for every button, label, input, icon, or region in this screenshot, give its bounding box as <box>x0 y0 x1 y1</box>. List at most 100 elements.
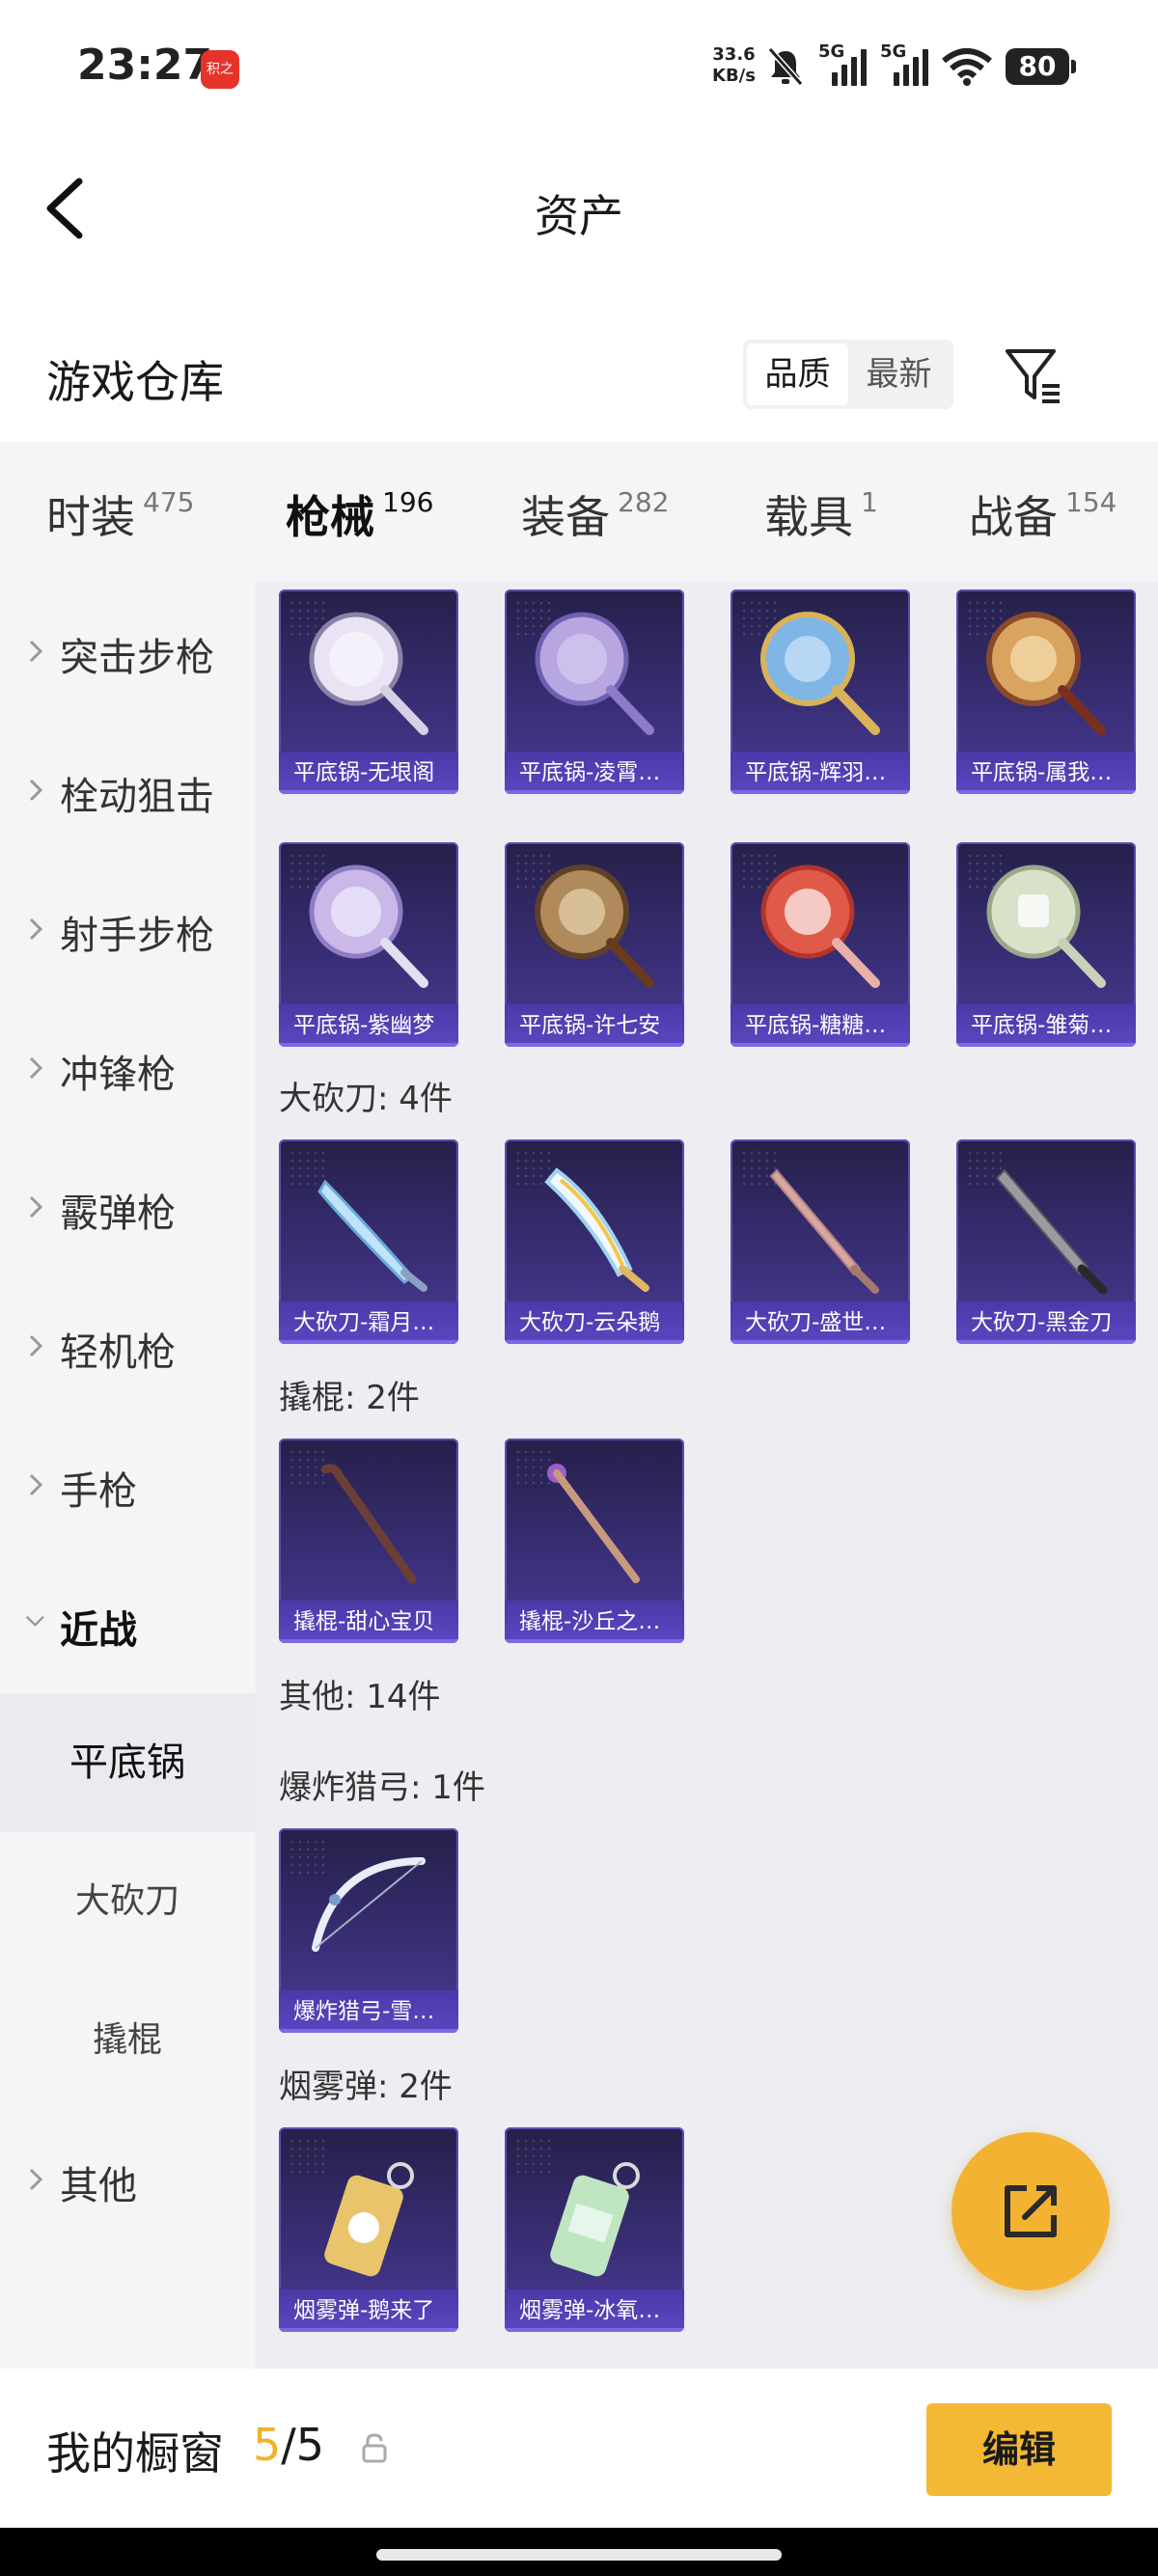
showcase-bar: 我的橱窗 5/5 编辑 <box>0 2369 1158 2528</box>
item-card[interactable]: 平底锅-凌霄… <box>505 589 684 794</box>
section-label-explosive-bow: 爆炸猎弓: 1件 <box>279 1768 485 1807</box>
machete-icon <box>544 1167 649 1292</box>
frying-pan-icon <box>535 612 654 735</box>
item-card[interactable]: 烟雾弹-鹅来了 <box>279 2127 458 2332</box>
sidebar-item-bolt-sniper[interactable]: 栓动狙击 <box>0 721 255 860</box>
item-card[interactable]: 平底锅-属我… <box>956 589 1136 794</box>
share-external-icon <box>1005 2185 1057 2237</box>
tab-label: 枪械 <box>286 491 374 543</box>
tab-label: 战备 <box>969 491 1058 543</box>
item-name: 烟雾弹-冰氧… <box>505 2289 684 2332</box>
page: 23:27 积之 33.6 KB/s 5G 5G 80 资产 游戏仓库 品质 最… <box>0 0 1158 2576</box>
sidebar-subitem-machete[interactable]: 大砍刀 <box>0 1832 255 1971</box>
status-time: 23:27 <box>77 41 213 90</box>
item-name: 撬棍-沙丘之… <box>505 1601 684 1643</box>
network-speed-unit: KB/s <box>712 66 756 86</box>
page-title: 资产 <box>535 190 623 242</box>
sidebar-item-smg[interactable]: 冲锋枪 <box>0 999 255 1137</box>
frying-pan-icon <box>986 612 1106 735</box>
warehouse-title: 游戏仓库 <box>46 356 224 408</box>
tab-vehicles[interactable]: 载具 1 <box>764 482 878 546</box>
frying-pan-icon <box>535 864 654 988</box>
tab-fashion[interactable]: 时装 475 <box>46 482 194 546</box>
item-card[interactable]: 大砍刀-黑金刀 <box>956 1139 1136 1344</box>
tab-firearms[interactable]: 枪械 196 <box>286 482 433 598</box>
chevron-right-icon <box>29 1473 43 1496</box>
sidebar-item-marksman-rifle[interactable]: 射手步枪 <box>0 860 255 999</box>
item-name: 平底锅-属我… <box>956 752 1136 794</box>
sidebar-item-pistol[interactable]: 手枪 <box>0 1415 255 1554</box>
item-card[interactable]: 撬棍-沙丘之… <box>505 1439 684 1643</box>
tab-count: 1 <box>861 486 878 518</box>
app-header: 资产 <box>0 154 1158 260</box>
tab-supplies[interactable]: 战备 154 <box>969 482 1117 546</box>
sort-option-newest[interactable]: 最新 <box>848 343 950 405</box>
item-card[interactable]: 大砍刀-盛世… <box>731 1139 910 1344</box>
filter-icon <box>1006 349 1060 403</box>
mute-bell-icon <box>767 47 804 86</box>
weapon-category-sidebar: 突击步枪 栓动狙击 射手步枪 冲锋枪 霰弹枪 轻机枪 手枪 近战 平底锅 大砍刀… <box>0 582 255 2369</box>
sidebar-subitem-frying-pan[interactable]: 平底锅 <box>0 1693 255 1832</box>
signal-icon-2: 5G <box>880 41 928 86</box>
item-card[interactable]: 平底锅-糖糖… <box>731 842 910 1047</box>
item-card[interactable]: 爆炸猎弓-雪… <box>279 1828 458 2033</box>
share-fab-button[interactable] <box>951 2132 1110 2290</box>
item-name: 大砍刀-黑金刀 <box>956 1302 1136 1344</box>
battery-icon: 80 <box>1006 48 1076 85</box>
tab-equipment[interactable]: 装备 282 <box>521 482 669 546</box>
sidebar-item-label: 霰弹枪 <box>60 1192 176 1236</box>
sidebar-item-lmg[interactable]: 轻机枪 <box>0 1276 255 1415</box>
sidebar-item-label: 其他 <box>60 2164 137 2208</box>
sidebar-item-label: 射手步枪 <box>60 914 214 958</box>
sort-option-quality[interactable]: 品质 <box>747 343 848 405</box>
item-card[interactable]: 平底锅-无垠阁 <box>279 589 458 794</box>
chevron-right-icon <box>29 2168 43 2191</box>
sidebar-item-other[interactable]: 其他 <box>0 2110 255 2249</box>
item-card[interactable]: 大砍刀-霜月… <box>279 1139 458 1344</box>
sidebar-item-melee[interactable]: 近战 <box>0 1554 255 1693</box>
item-card[interactable]: 平底锅-雏菊… <box>956 842 1136 1047</box>
item-card[interactable]: 平底锅-许七安 <box>505 842 684 1047</box>
filter-button[interactable] <box>1004 345 1065 407</box>
item-name: 大砍刀-盛世… <box>731 1302 910 1344</box>
sidebar-item-shotgun[interactable]: 霰弹枪 <box>0 1137 255 1276</box>
item-name: 平底锅-雏菊… <box>956 1004 1136 1047</box>
network-speed-value: 33.6 <box>712 44 756 65</box>
lock-icon <box>362 2433 387 2463</box>
item-card[interactable]: 大砍刀-云朵鹅 <box>505 1139 684 1344</box>
home-indicator[interactable] <box>376 2549 782 2561</box>
chevron-right-icon <box>29 1334 43 1357</box>
item-card[interactable]: 烟雾弹-冰氧… <box>505 2127 684 2332</box>
item-name: 平底锅-糖糖… <box>731 1004 910 1047</box>
frying-pan-icon <box>986 864 1106 988</box>
tab-count: 282 <box>618 486 670 518</box>
system-nav-bar <box>0 2528 1158 2576</box>
signal-label-2: 5G <box>880 41 907 62</box>
smoke-grenade-icon <box>550 2162 640 2277</box>
machete-icon <box>769 1168 879 1294</box>
sidebar-item-label: 手枪 <box>60 1469 137 1514</box>
sidebar-subitem-crowbar[interactable]: 撬棍 <box>0 1971 255 2110</box>
showcase-count-current: 5 <box>253 2419 282 2471</box>
sort-toggle: 品质 最新 <box>743 340 953 409</box>
sidebar-item-assault-rifle[interactable]: 突击步枪 <box>0 582 255 721</box>
sidebar-item-label: 突击步枪 <box>60 636 214 680</box>
item-card[interactable]: 平底锅-辉羽… <box>731 589 910 794</box>
item-name: 撬棍-甜心宝贝 <box>279 1601 458 1643</box>
item-card[interactable]: 平底锅-紫幽梦 <box>279 842 458 1047</box>
tab-count: 154 <box>1065 486 1117 518</box>
edit-button[interactable]: 编辑 <box>926 2403 1112 2496</box>
item-name: 平底锅-许七安 <box>505 1004 684 1047</box>
item-name: 大砍刀-霜月… <box>279 1302 458 1344</box>
signal-icon: 5G <box>818 41 867 86</box>
showcase-count-total: 5 <box>295 2419 325 2471</box>
machete-icon <box>317 1179 427 1292</box>
frying-pan-icon <box>760 612 880 735</box>
item-name: 平底锅-紫幽梦 <box>279 1004 458 1047</box>
machete-icon <box>995 1168 1108 1295</box>
item-name: 大砍刀-云朵鹅 <box>505 1302 684 1344</box>
item-card[interactable]: 撬棍-甜心宝贝 <box>279 1439 458 1643</box>
app-notification-icon: 积之 <box>201 50 239 89</box>
item-name: 平底锅-辉羽… <box>731 752 910 794</box>
frying-pan-icon <box>309 612 428 735</box>
